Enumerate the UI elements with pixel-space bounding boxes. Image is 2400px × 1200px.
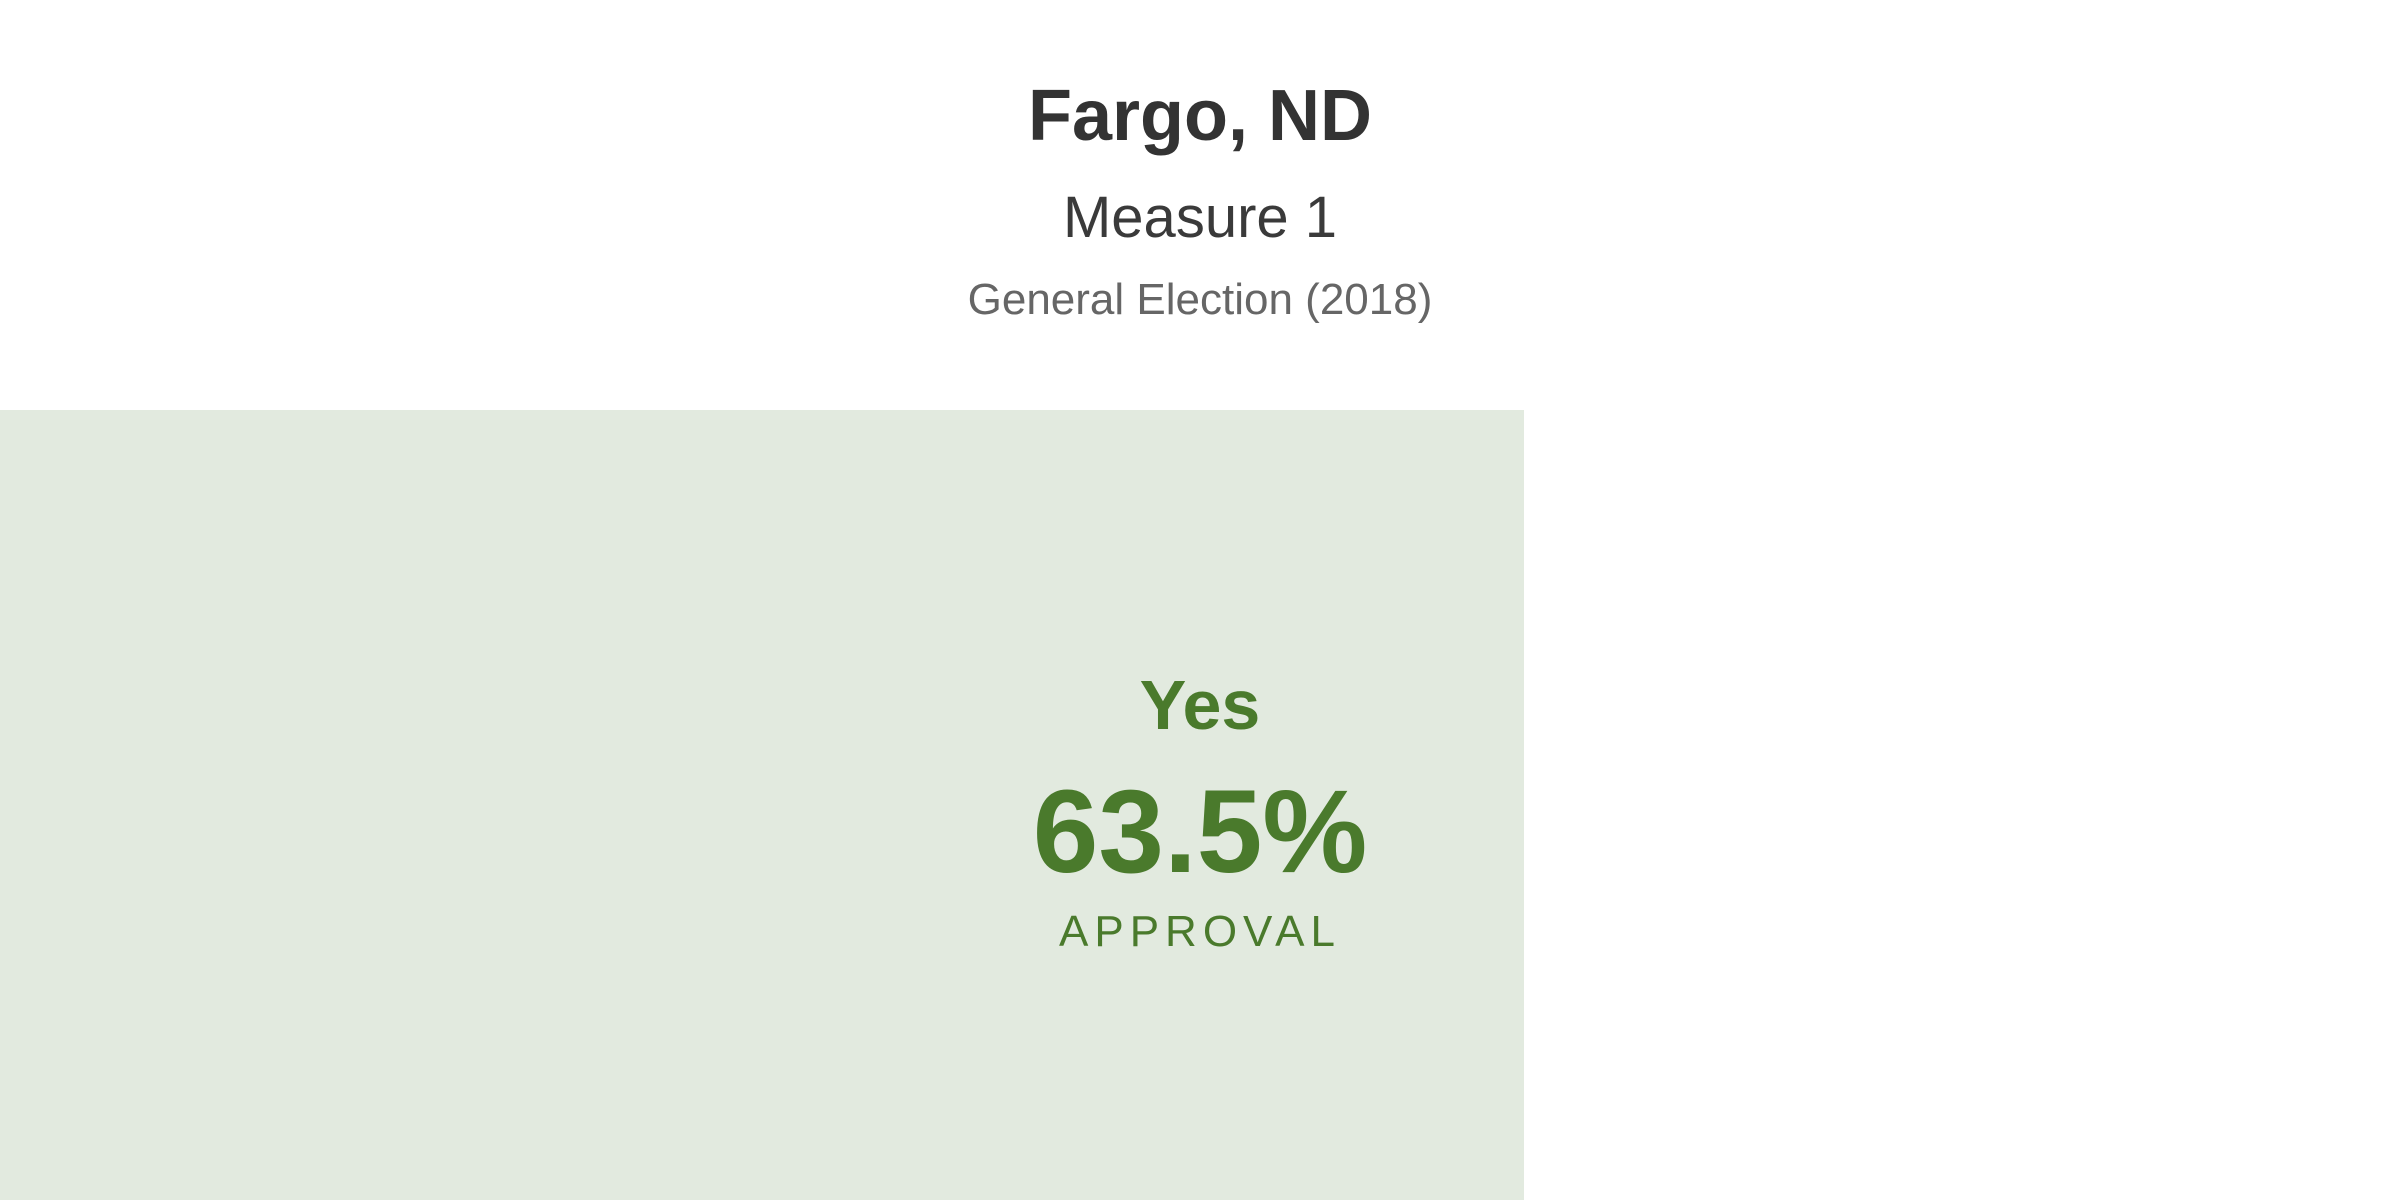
page-header: Fargo, ND Measure 1 General Election (20… (0, 0, 2400, 410)
approval-caption: APPROVAL (1059, 907, 1341, 956)
result-panel: Yes 63.5% APPROVAL (0, 410, 2400, 1200)
location-title: Fargo, ND (1027, 76, 1372, 156)
measure-title: Measure 1 (1062, 185, 1338, 250)
election-name: General Election (2018) (967, 275, 1433, 324)
result-label: Yes (1139, 666, 1261, 744)
approval-percent: 63.5% (1032, 766, 1368, 898)
